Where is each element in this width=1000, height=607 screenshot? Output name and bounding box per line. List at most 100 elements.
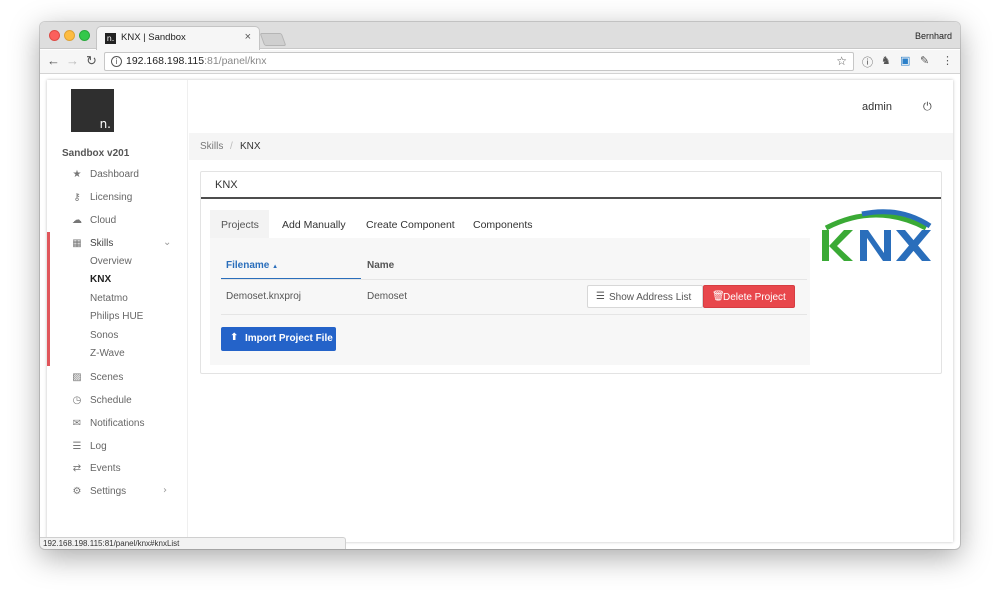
- sort-ascending-icon: ▲: [272, 264, 279, 270]
- gear-icon: ⚙: [72, 486, 82, 497]
- screenshot-extension-icon[interactable]: ▣: [900, 54, 910, 67]
- table-cell-filename: Demoset.knxproj: [226, 291, 302, 302]
- url-path: :81/panel/knx: [204, 55, 267, 67]
- web-page: n. Sandbox v201 ★ Dashboard ⚷ Licensing …: [47, 80, 953, 542]
- chevron-down-icon: ⌄: [163, 237, 172, 248]
- back-arrow-icon[interactable]: ←: [47, 54, 60, 68]
- delete-project-button[interactable]: 🗑 Delete Project: [703, 285, 795, 308]
- breadcrumb: Skills / KNX: [189, 133, 953, 160]
- sidebar-subitem-philips-hue[interactable]: Philips HUE: [90, 311, 143, 322]
- sidebar-subitem-z-wave[interactable]: Z-Wave: [90, 348, 125, 359]
- clock-icon: ◷: [72, 395, 82, 406]
- sidebar: n. Sandbox v201 ★ Dashboard ⚷ Licensing …: [47, 80, 188, 542]
- list-icon: ☰: [72, 441, 82, 452]
- bookmark-star-icon[interactable]: ☆: [836, 54, 847, 68]
- profile-name[interactable]: Bernhard: [915, 31, 952, 41]
- grid-icon: ▦: [72, 238, 82, 249]
- knx-logo: [822, 209, 932, 261]
- sidebar-item-log[interactable]: ☰ Log: [47, 439, 188, 457]
- sidebar-item-settings[interactable]: ⚙ Settings ›: [47, 484, 188, 502]
- import-project-file-button[interactable]: ⬆ Import Project File: [221, 327, 336, 351]
- minimize-window-button[interactable]: [64, 30, 75, 41]
- panel-header: KNX: [201, 172, 941, 199]
- image-icon: ▨: [72, 372, 82, 383]
- list-icon: ☰: [596, 291, 605, 302]
- star-icon: ★: [72, 169, 82, 180]
- status-bar-url: 192.168.198.115:81/panel/knx#knxList: [40, 537, 346, 549]
- table-header-divider: [221, 279, 807, 280]
- breadcrumb-skills[interactable]: Skills: [200, 141, 223, 152]
- tab-projects[interactable]: Projects: [210, 210, 269, 238]
- app-logo[interactable]: n.: [71, 89, 114, 132]
- address-bar[interactable]: i 192.168.198.115:81/panel/knx ☆: [104, 52, 854, 71]
- chevron-right-icon: ›: [163, 485, 167, 496]
- sidebar-subitem-overview[interactable]: Overview: [90, 256, 132, 267]
- sidebar-item-schedule[interactable]: ◷ Schedule: [47, 393, 188, 411]
- sidebar-subitem-knx[interactable]: KNX: [90, 274, 111, 285]
- cloud-icon: ☁: [72, 215, 82, 226]
- brand-name: Sandbox v201: [62, 148, 130, 159]
- sidebar-item-skills[interactable]: ▦ Skills ⌄: [47, 236, 188, 254]
- sidebar-subitem-netatmo[interactable]: Netatmo: [90, 293, 128, 304]
- knx-logo-n: [860, 230, 891, 261]
- sidebar-item-scenes[interactable]: ▨ Scenes: [47, 370, 188, 388]
- tab-title: KNX | Sandbox: [121, 32, 186, 43]
- tab-bar: n. KNX | Sandbox × Bernhard: [40, 22, 960, 50]
- tab-close-icon[interactable]: ×: [245, 31, 251, 43]
- info-icon[interactable]: i: [111, 56, 122, 67]
- breadcrumb-current: KNX: [240, 141, 261, 152]
- key-icon: ⚷: [73, 192, 81, 203]
- show-address-list-label: Show Address List: [609, 292, 692, 303]
- column-header-filename[interactable]: Filename ▲: [226, 260, 278, 271]
- reload-icon[interactable]: ↻: [86, 54, 97, 68]
- extension-info-icon[interactable]: ⓘ: [862, 54, 873, 70]
- sidebar-item-dashboard[interactable]: ★ Dashboard: [47, 167, 188, 185]
- power-icon[interactable]: ⏻: [923, 100, 932, 114]
- sidebar-item-label: Log: [90, 441, 107, 452]
- eyedropper-extension-icon[interactable]: ✎: [920, 54, 929, 67]
- user-name[interactable]: admin: [862, 101, 892, 113]
- logo-text: n.: [99, 117, 111, 131]
- tab-add-manually[interactable]: Add Manually: [282, 210, 346, 238]
- envelope-icon: ✉: [72, 418, 82, 429]
- panel-tabs: Projects Add Manually Create Component C…: [210, 210, 810, 238]
- knx-panel: KNX Projects Add Manually Create Compone…: [200, 171, 942, 374]
- sidebar-item-licensing[interactable]: ⚷ Licensing: [47, 190, 188, 208]
- table-cell-name: Demoset: [367, 291, 408, 302]
- sidebar-item-label: Schedule: [90, 395, 132, 406]
- browser-toolbar: ← → ↻ i 192.168.198.115:81/panel/knx ☆ ⓘ…: [40, 50, 960, 74]
- column-header-filename-label: Filename: [226, 260, 270, 271]
- evernote-extension-icon[interactable]: ♞: [881, 54, 891, 67]
- sidebar-item-label: Cloud: [90, 215, 117, 226]
- knx-logo-k: [822, 230, 853, 261]
- sidebar-item-label: Notifications: [90, 418, 145, 429]
- import-project-file-label: Import Project File: [245, 333, 333, 344]
- forward-arrow-icon[interactable]: →: [66, 54, 79, 68]
- browser-tab[interactable]: n. KNX | Sandbox ×: [96, 26, 260, 50]
- sidebar-item-notifications[interactable]: ✉ Notifications: [47, 416, 188, 434]
- menu-dots-icon[interactable]: ⋮: [942, 54, 953, 67]
- knx-logo-x: [896, 230, 931, 261]
- tab-components[interactable]: Components: [473, 210, 533, 238]
- url-text[interactable]: 192.168.198.115:81/panel/knx: [126, 55, 267, 67]
- sidebar-item-label: Scenes: [90, 372, 124, 383]
- sidebar-item-label: Licensing: [90, 192, 133, 203]
- url-host: 192.168.198.115: [126, 55, 205, 67]
- panel-title: KNX: [215, 179, 238, 191]
- sidebar-subitem-sonos[interactable]: Sonos: [90, 330, 118, 341]
- breadcrumb-separator: /: [230, 141, 233, 152]
- delete-project-label: Delete Project: [723, 292, 786, 303]
- sidebar-item-label: Events: [90, 463, 121, 474]
- show-address-list-button[interactable]: ☰ Show Address List: [587, 285, 703, 308]
- sidebar-item-label: Dashboard: [90, 169, 139, 180]
- projects-tab-panel: Filename ▲ Name Demoset.knxproj Demoset …: [210, 238, 810, 365]
- sidebar-item-events[interactable]: ⇄ Events: [47, 461, 188, 479]
- sidebar-item-cloud[interactable]: ☁ Cloud: [47, 213, 188, 231]
- zoom-window-button[interactable]: [79, 30, 90, 41]
- tab-create-component[interactable]: Create Component: [366, 210, 455, 238]
- exchange-icon: ⇄: [72, 463, 82, 474]
- column-header-name[interactable]: Name: [367, 260, 394, 271]
- close-window-button[interactable]: [49, 30, 60, 41]
- new-tab-button[interactable]: [259, 33, 287, 46]
- sidebar-item-label: Settings: [90, 486, 127, 497]
